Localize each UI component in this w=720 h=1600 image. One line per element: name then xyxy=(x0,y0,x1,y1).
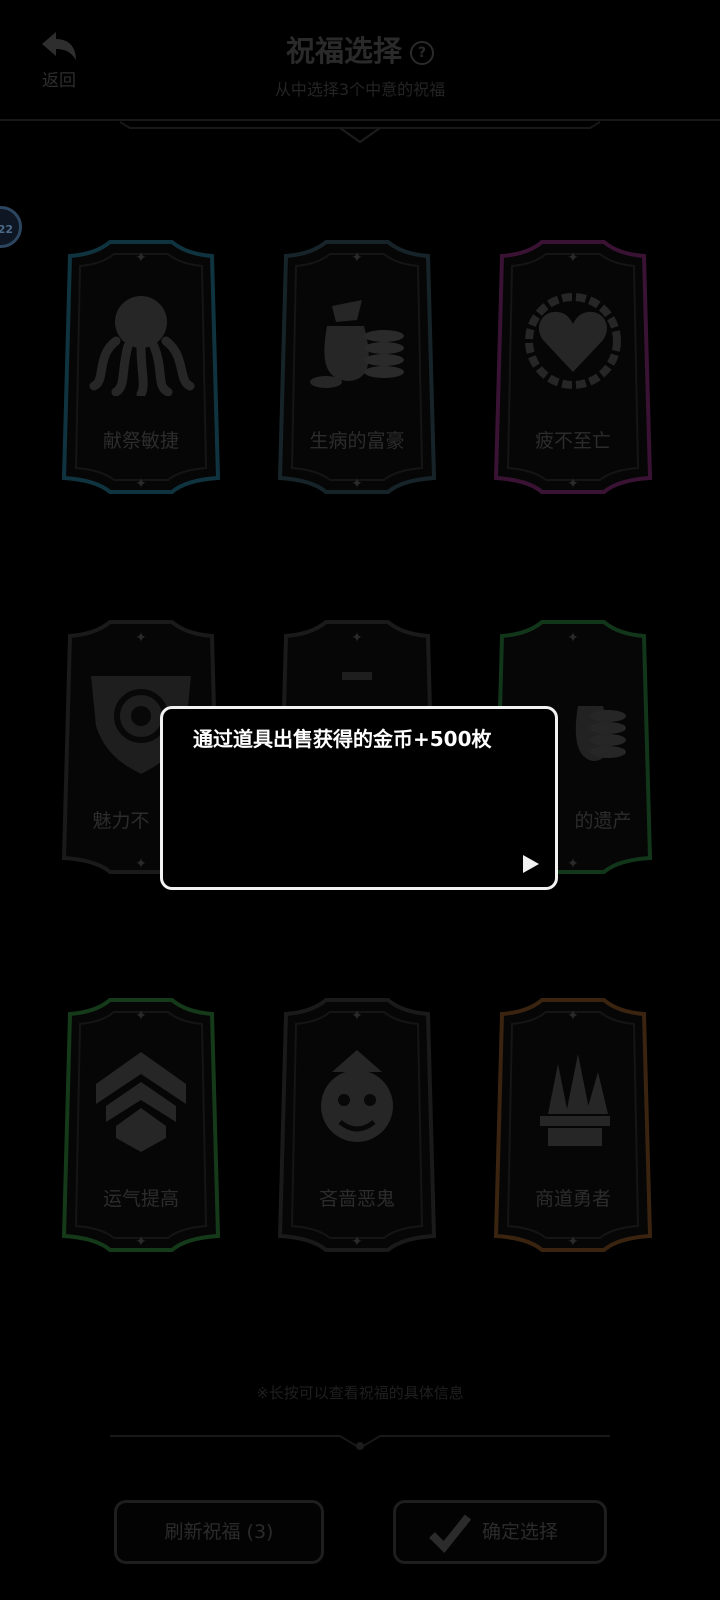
footer-divider xyxy=(110,1435,610,1450)
svg-text:✦: ✦ xyxy=(351,630,363,646)
svg-text:✦: ✦ xyxy=(135,250,147,266)
dialog-text: 通过道具出售获得的金币+500枚 xyxy=(193,727,492,751)
page-title: 祝福选择? xyxy=(0,28,720,70)
svg-text:✦: ✦ xyxy=(135,856,147,872)
card-label: 吝啬恶鬼 xyxy=(318,1188,395,1210)
confirm-selection-button[interactable]: 确定选择 xyxy=(393,1500,607,1564)
svg-text:✦: ✦ xyxy=(567,476,579,492)
level-badge[interactable]: 22 xyxy=(0,206,22,248)
blessing-card-1[interactable]: ✦ ✦ 献祭敏捷 xyxy=(50,236,232,498)
card-label: 献祭敏捷 xyxy=(102,430,179,452)
clown-icon xyxy=(321,1050,393,1142)
svg-text:✦: ✦ xyxy=(351,476,363,492)
blessing-card-9[interactable]: ✦ ✦ 商道勇者 xyxy=(482,994,664,1256)
svg-text:✦: ✦ xyxy=(567,250,579,266)
svg-text:✦: ✦ xyxy=(567,1234,579,1250)
svg-text:✦: ✦ xyxy=(567,1008,579,1024)
header-divider xyxy=(0,119,720,144)
svg-text:✦: ✦ xyxy=(351,250,363,266)
card-label: 商道勇者 xyxy=(534,1188,611,1210)
svg-text:✦: ✦ xyxy=(567,856,579,872)
svg-text:✦: ✦ xyxy=(567,630,579,646)
checkmark-icon xyxy=(429,1514,472,1553)
page-subtitle: 从中选择3个中意的祝福 xyxy=(274,80,446,99)
blessing-card-7[interactable]: ✦ ✦ 运气提高 xyxy=(50,994,232,1256)
blessing-description-dialog[interactable]: 通过道具出售获得的金币+500枚 xyxy=(160,706,558,890)
octopus-icon xyxy=(89,296,195,396)
svg-text:✦: ✦ xyxy=(351,1008,363,1024)
chained-heart-icon xyxy=(525,293,621,389)
blessing-card-2[interactable]: ✦ ✦ 生病的富豪 xyxy=(266,236,448,498)
card-label: 运气提高 xyxy=(102,1188,179,1210)
confirm-label: 确定选择 xyxy=(482,1521,559,1543)
blessing-card-8[interactable]: ✦ ✦ 吝啬恶鬼 xyxy=(266,994,448,1256)
refresh-blessings-button[interactable]: 刷新祝福 (3) xyxy=(114,1500,324,1564)
crystals-icon xyxy=(540,1054,610,1146)
blessing-card-3[interactable]: ✦ ✦ 疲不至亡 xyxy=(482,236,664,498)
card-label: 疲不至亡 xyxy=(534,430,611,452)
chevrons-up-icon xyxy=(96,1052,186,1152)
svg-text:✦: ✦ xyxy=(351,1234,363,1250)
card-label: 生病的富豪 xyxy=(309,430,405,452)
svg-text:✦: ✦ xyxy=(135,1008,147,1024)
svg-text:✦: ✦ xyxy=(135,630,147,646)
svg-text:✦: ✦ xyxy=(135,476,147,492)
money-bag-coins-icon xyxy=(310,300,404,388)
svg-text:✦: ✦ xyxy=(135,1234,147,1250)
long-press-hint: ※长按可以查看祝福的具体信息 xyxy=(256,1384,464,1402)
next-arrow-icon[interactable] xyxy=(521,853,541,875)
help-icon[interactable]: ? xyxy=(410,41,434,65)
